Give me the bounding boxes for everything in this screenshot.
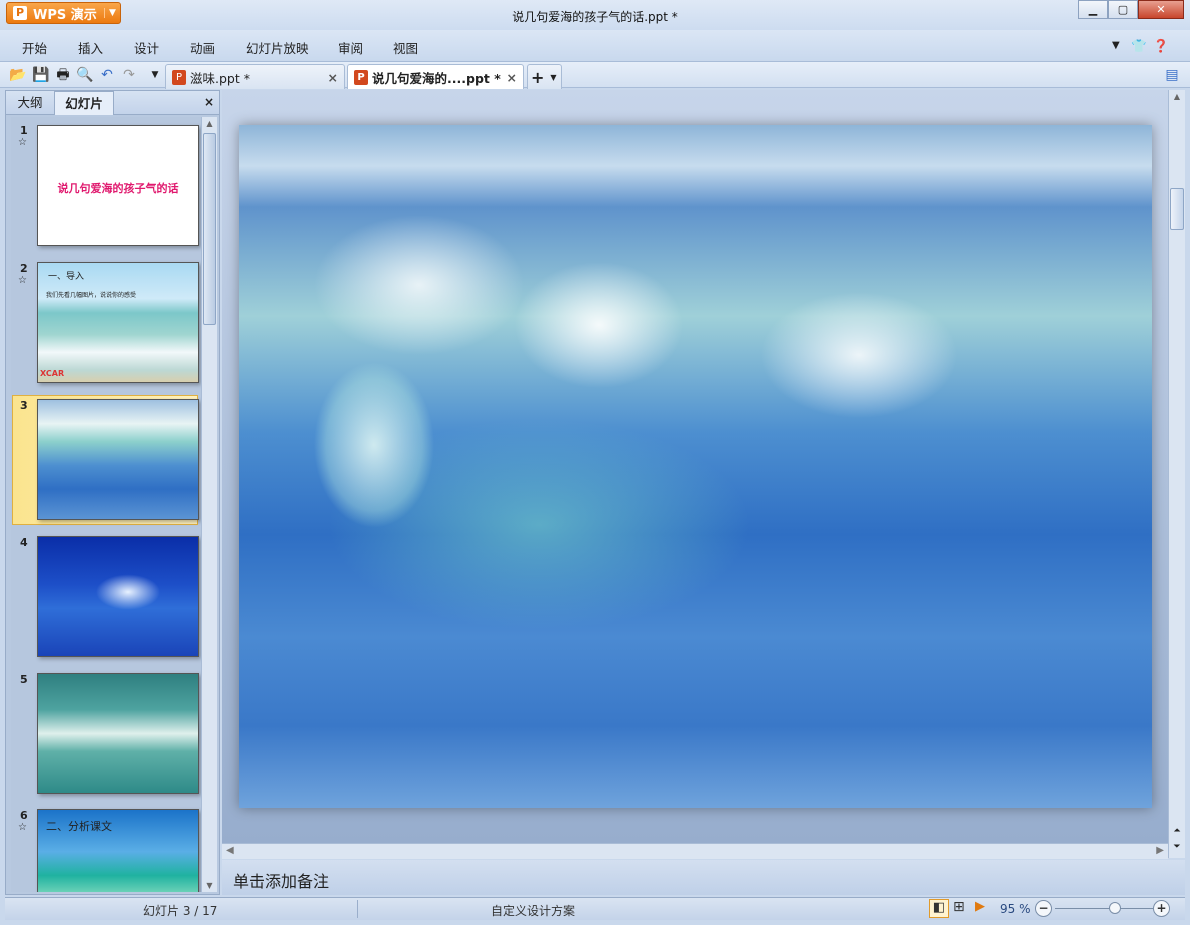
next-slide-icon[interactable]: ⏷ (1169, 842, 1185, 852)
redo-icon[interactable]: ↷ (120, 66, 138, 84)
print-preview-icon[interactable]: 🔍 (76, 66, 94, 84)
slideshow-button[interactable]: ▶ (975, 899, 993, 914)
ppt-file-icon: P (354, 69, 368, 85)
scroll-thumb[interactable] (1170, 188, 1184, 230)
status-bar: 幻灯片 3 / 17 自定义设计方案 ◧ ⊞ ▶ 95 % − + (5, 897, 1185, 920)
maximize-button[interactable]: ▢ (1108, 0, 1138, 19)
slide-number: 5 (20, 673, 28, 686)
open-icon[interactable]: 📂 (9, 66, 27, 84)
slide-title: 一、导入 (48, 272, 85, 282)
panel-toggle-icon[interactable]: ▤ (1163, 66, 1181, 84)
slide-editor (222, 90, 1168, 843)
slide-title: 二、分析课文 (46, 820, 112, 833)
zoom-in-button[interactable]: + (1153, 900, 1170, 917)
slide-thumbnails: 1 ☆ 说几句爱海的孩子气的话 2 ☆ 一、导入 我们先看几幅图片，说说你的感受 X… (11, 117, 201, 892)
close-tab-icon[interactable]: × (328, 70, 338, 85)
slide-number: 4 (20, 536, 28, 549)
save-icon[interactable]: 💾 (32, 66, 50, 84)
doc-tab-label: 说几句爱海的....ppt * (372, 70, 501, 86)
slide-number: 2 (20, 262, 28, 275)
menu-slideshow[interactable]: 幻灯片放映 (246, 38, 309, 57)
undo-icon[interactable]: ↶ (98, 66, 116, 84)
quick-toolbar: 📂 💾 🖶 🔍 ↶ ↷ ▼ P 滋味.ppt * × P 说几句爱海的....ppt … (0, 61, 1190, 89)
slide-counter: 幻灯片 3 / 17 (143, 904, 218, 918)
xcar-logo: XCAR (40, 369, 65, 378)
tab-slides[interactable]: 幻灯片 (54, 91, 114, 115)
menu-view[interactable]: 视图 (393, 38, 418, 57)
menu-home[interactable]: 开始 (22, 38, 47, 57)
ppt-file-icon: P (172, 69, 186, 85)
slide-sorter-button[interactable]: ⊞ (953, 899, 971, 915)
current-slide-wave-image[interactable] (239, 125, 1152, 808)
zoom-slider[interactable] (1055, 908, 1153, 909)
new-tab-button[interactable]: + ▼ (527, 64, 562, 89)
slides-panel: 大纲 幻灯片 × 1 ☆ 说几句爱海的孩子气的话 2 ☆ 一、导入 我们先看几幅图片… (5, 90, 220, 895)
menu-bar: 开始 插入 设计 动画 幻灯片放映 审阅 视图 ▼ 👕 ❓ (0, 30, 1190, 60)
previous-slide-icon[interactable]: ⏶ (1169, 826, 1185, 836)
menu-insert[interactable]: 插入 (78, 38, 103, 57)
close-window-button[interactable]: ✕ (1138, 0, 1184, 19)
zoom-slider-handle[interactable] (1108, 902, 1121, 914)
animation-star-icon: ☆ (18, 137, 27, 148)
editor-horizontal-scrollbar[interactable]: ◀ ▶ (222, 843, 1168, 859)
menu-animation[interactable]: 动画 (190, 38, 215, 57)
close-panel-icon[interactable]: × (204, 95, 214, 109)
tab-outline[interactable]: 大纲 (6, 91, 54, 115)
collapse-ribbon-icon[interactable]: ▼ (1112, 40, 1120, 51)
minimize-button[interactable]: ▁ (1078, 0, 1108, 19)
print-icon[interactable]: 🖶 (54, 66, 72, 84)
doc-tab-2[interactable]: P 说几句爱海的....ppt * × (347, 64, 524, 89)
notes-input[interactable]: 单击添加备注 (222, 860, 1185, 895)
zoom-out-button[interactable]: − (1035, 900, 1052, 917)
scroll-thumb[interactable] (203, 133, 216, 325)
close-tab-icon[interactable]: × (507, 70, 517, 85)
slide-title: 说几句爱海的孩子气的话 (57, 182, 179, 195)
help-icon[interactable]: ❓ (1153, 38, 1169, 54)
design-template[interactable]: 自定义设计方案 (491, 902, 575, 919)
animation-star-icon: ☆ (18, 822, 27, 833)
zoom-level: 95 % (1000, 902, 1031, 916)
slide-number: 1 (20, 124, 28, 137)
slide-bullet: 我们先看几幅图片，说说你的感受 (46, 292, 137, 299)
doc-tab-1[interactable]: P 滋味.ppt * × (165, 64, 345, 89)
customize-toolbar-icon[interactable]: ▼ (146, 66, 164, 84)
slide-number: 3 (20, 399, 28, 412)
thumbnails-scrollbar[interactable]: ▲ ▼ (201, 117, 217, 892)
doc-tab-label: 滋味.ppt * (190, 70, 250, 86)
menu-review[interactable]: 审阅 (338, 38, 363, 57)
skin-icon[interactable]: 👕 (1131, 38, 1147, 54)
animation-star-icon: ☆ (18, 275, 27, 286)
editor-vertical-scrollbar[interactable]: ▲ ⏶ ⏷ (1168, 90, 1185, 858)
slide-number: 6 (20, 809, 28, 822)
window-title: 说几句爱海的孩子气的话.ppt * (512, 10, 678, 24)
normal-view-button[interactable]: ◧ (929, 899, 949, 918)
title-bar: P WPS 演示 ▼ 说几句爱海的孩子气的话.ppt * ▁ ▢ ✕ (0, 0, 1190, 30)
menu-design[interactable]: 设计 (134, 38, 159, 57)
